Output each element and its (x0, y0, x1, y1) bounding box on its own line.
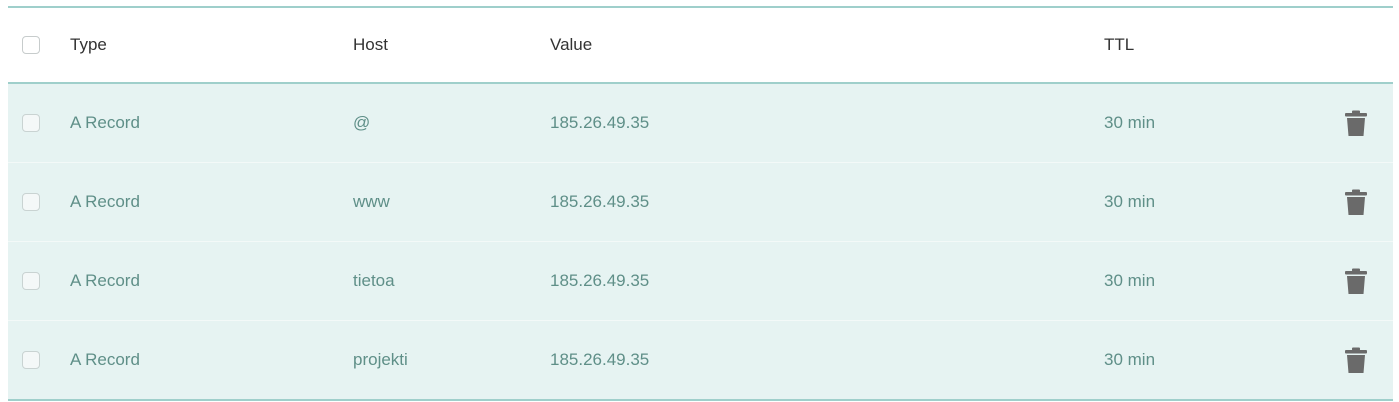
record-ttl: 30 min (1104, 271, 1156, 290)
record-ttl: 30 min (1104, 350, 1156, 369)
column-header-ttl[interactable]: TTL (1104, 8, 1134, 82)
record-value: 185.26.49.35 (550, 271, 650, 290)
row-checkbox[interactable] (22, 272, 40, 290)
record-ttl: 30 min (1104, 113, 1156, 132)
record-value: 185.26.49.35 (550, 113, 650, 132)
trash-icon[interactable] (1345, 189, 1367, 215)
record-host: projekti (353, 350, 408, 369)
row-checkbox[interactable] (22, 193, 40, 211)
trash-icon[interactable] (1345, 347, 1367, 373)
column-header-value[interactable]: Value (550, 8, 592, 82)
row-checkbox[interactable] (22, 114, 40, 132)
table-row: A Record projekti 185.26.49.35 30 min (8, 320, 1393, 399)
record-ttl: 30 min (1104, 192, 1156, 211)
select-all-checkbox[interactable] (22, 36, 40, 54)
record-value: 185.26.49.35 (550, 350, 650, 369)
record-value: 185.26.49.35 (550, 192, 650, 211)
record-type: A Record (70, 350, 140, 369)
record-host: @ (353, 113, 371, 132)
trash-icon[interactable] (1345, 268, 1367, 294)
trash-icon[interactable] (1345, 110, 1367, 136)
record-type: A Record (70, 192, 140, 211)
table-row: A Record www 185.26.49.35 30 min (8, 162, 1393, 241)
record-host: tietoa (353, 271, 395, 290)
record-host: www (353, 192, 390, 211)
record-type: A Record (70, 271, 140, 290)
column-header-type[interactable]: Type (70, 8, 107, 82)
table-header: Type Host Value TTL (8, 8, 1393, 84)
table-row: A Record @ 185.26.49.35 30 min (8, 84, 1393, 162)
table-row: A Record tietoa 185.26.49.35 30 min (8, 241, 1393, 320)
dns-records-table: Type Host Value TTL A Record @ 185.26.49… (8, 6, 1393, 401)
row-checkbox[interactable] (22, 351, 40, 369)
record-type: A Record (70, 113, 140, 132)
column-header-host[interactable]: Host (353, 8, 388, 82)
